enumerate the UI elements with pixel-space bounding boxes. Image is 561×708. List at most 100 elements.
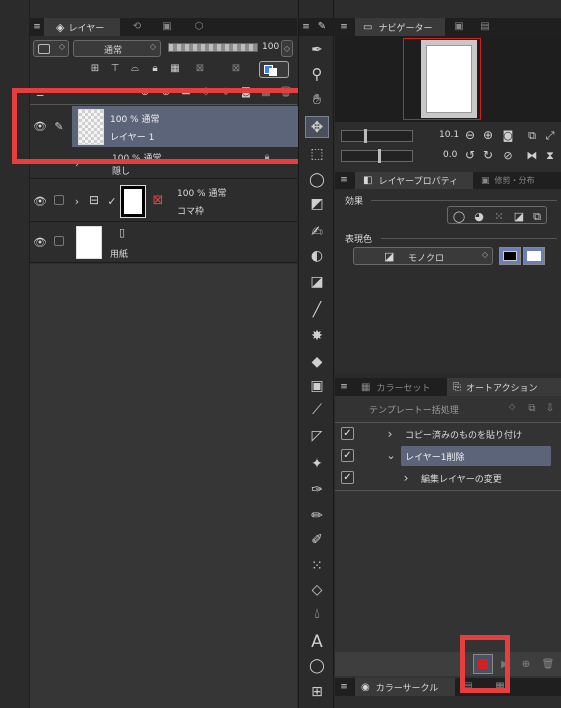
fit-icon[interactable]: ⧉ — [525, 128, 539, 142]
mask-apply-icon[interactable]: ▦ — [258, 86, 274, 100]
undo-history-icon[interactable]: ⟲ — [124, 20, 150, 34]
lock-checkbox[interactable] — [54, 195, 64, 205]
chevron-right-icon[interactable]: › — [72, 159, 82, 171]
action-enable-checkbox[interactable]: ✓ — [341, 427, 354, 440]
fit-window-icon[interactable]: ⤢ — [543, 128, 557, 142]
text-icon[interactable]: A — [307, 632, 327, 652]
expression-color-select[interactable]: ◪ モノクロ ◇ — [353, 247, 493, 265]
chevron-down-icon[interactable]: ⌄ — [385, 448, 397, 462]
delete-layer-icon[interactable]: 🗑︎ — [278, 86, 294, 100]
color-white-swatch[interactable] — [523, 247, 545, 265]
panel-menu-icon[interactable]: ≡ — [32, 20, 42, 34]
action-set-select[interactable]: テンプレートー括処理 ◇ — [339, 400, 521, 418]
tab-layers[interactable]: ◈ レイヤー — [44, 18, 120, 36]
layer-row[interactable]: 👁︎ ✎ 100 % 通常 レイヤー 1 — [30, 105, 311, 149]
tab-navigator[interactable]: ▭ ナビゲーター — [355, 18, 445, 36]
lasso-icon[interactable]: ◯ — [307, 170, 327, 190]
opacity-stepper[interactable]: ◇ — [281, 40, 293, 57]
color-history-tab-icon[interactable]: ▦ — [493, 680, 507, 694]
chevron-right-icon[interactable]: › — [401, 471, 411, 485]
opacity-slider[interactable] — [168, 43, 258, 52]
draft-layer-icon[interactable]: ⊤ — [108, 62, 122, 76]
flip-vertical-icon[interactable]: ⧗ — [543, 148, 557, 162]
eyedropper-icon[interactable]: ✒ — [307, 40, 327, 60]
tab-auto-action[interactable]: ⎘ オートアクション — [447, 378, 561, 396]
action-enable-checkbox[interactable]: ✓ — [341, 471, 354, 484]
eye-icon[interactable]: 👁︎ — [32, 119, 48, 133]
zoom-slider[interactable] — [341, 129, 413, 143]
layer-row[interactable]: › ▬ 100 % 通常 隠し 🔒︎ — [30, 149, 297, 179]
new-folder-icon[interactable]: ▬ — [178, 86, 194, 100]
gradient-icon[interactable]: ◩ — [307, 194, 327, 214]
color-black-swatch[interactable] — [499, 247, 521, 265]
tone-icon[interactable]: ◕ — [472, 209, 486, 223]
zoom-in-icon[interactable]: ⊕ — [481, 128, 495, 142]
hand-icon[interactable]: ✋︎ — [307, 90, 327, 110]
mask-disabled-icon[interactable]: ⊠ — [188, 62, 212, 76]
extract-line-icon[interactable]: ⧉ — [530, 209, 544, 223]
merge-down-icon[interactable]: ⇓ — [218, 86, 234, 100]
pen-edit-icon[interactable]: ✎ — [52, 119, 66, 133]
texture-icon[interactable]: ⁙ — [492, 209, 506, 223]
reset-rotation-icon[interactable]: ⊘ — [501, 148, 515, 162]
action-item[interactable]: ✓ › コピー済みのものを貼り付け — [335, 423, 561, 445]
action-enable-checkbox[interactable]: ✓ — [341, 449, 354, 462]
effect-buttons[interactable]: ◯ ◕ ⁙ ◪ ⧉ — [447, 206, 547, 224]
transfer-down-icon[interactable]: ⇩ — [198, 86, 214, 100]
rotate-left-icon[interactable]: ↺ — [463, 148, 477, 162]
layer-color-swatch[interactable] — [259, 61, 289, 78]
object-icon[interactable]: ◪ — [307, 272, 327, 292]
ruler-icon[interactable]: ⟋ — [307, 400, 327, 420]
lock-transparent-icon[interactable]: ▦ — [168, 62, 182, 76]
lock-checkbox[interactable] — [54, 236, 64, 246]
import-set-icon[interactable]: ⇩ — [543, 402, 557, 416]
mask-icon[interactable]: ⊠ — [224, 62, 248, 76]
burst-icon[interactable]: ✸ — [307, 326, 327, 346]
layer-color-button[interactable]: ◇ — [33, 40, 69, 57]
toolbar-menu-icon[interactable]: ≡ — [301, 20, 311, 34]
selection-icon[interactable]: ⬚ — [307, 144, 327, 164]
mask-add-icon[interactable]: ◙ — [238, 86, 254, 100]
eraser-icon[interactable]: ◇ — [307, 580, 327, 600]
line-icon[interactable]: ╱ — [307, 300, 327, 320]
layers-menu-icon[interactable]: ☰ — [33, 88, 47, 100]
delete-action-icon[interactable]: 🗑︎ — [541, 658, 555, 672]
new-vector-layer-icon[interactable]: ⊕ — [158, 86, 174, 100]
balloon-icon[interactable]: ◯ — [307, 656, 327, 676]
layer-row[interactable]: 👁︎ › ⊟ ✓ ⊠ 100 % 通常 コマ枠 — [30, 180, 297, 222]
panel-menu-icon[interactable]: ≡ — [339, 20, 349, 34]
sub-tool-icon[interactable]: ⬡ — [186, 20, 212, 34]
chevron-right-icon[interactable]: › — [385, 427, 395, 441]
material-icon[interactable]: ▣ — [154, 20, 180, 34]
zoom-icon[interactable]: ⚲ — [307, 64, 327, 84]
panel-icon[interactable]: ⊞ — [307, 682, 327, 702]
action-item[interactable]: ✓ › 編集レイヤーの変更 — [335, 467, 561, 489]
airbrush-icon[interactable]: ✐ — [307, 530, 327, 550]
eye-icon[interactable]: 👁︎ — [32, 235, 48, 249]
panel-menu-icon[interactable]: ≡ — [339, 174, 349, 187]
flip-horizontal-icon[interactable]: ⧓ — [525, 148, 539, 162]
sub-view-icon[interactable]: ▣ — [449, 20, 469, 34]
panel-menu-icon[interactable]: ≡ — [339, 680, 349, 694]
reference-layer-icon[interactable]: ⊞ — [88, 62, 102, 76]
layer-move-icon[interactable]: ◐ — [307, 246, 327, 266]
action-item[interactable]: ✓ ⌄ レイヤー1削除 — [335, 445, 561, 467]
tab-color-circle[interactable]: ◉ カラーサークル — [355, 678, 455, 696]
color-slider-tab-icon[interactable]: ▤ — [461, 680, 475, 694]
duplicate-set-icon[interactable]: ⧉ — [525, 402, 539, 416]
rotation-slider[interactable] — [341, 149, 413, 163]
chevron-right-icon[interactable]: › — [72, 194, 82, 208]
border-effect-icon[interactable]: ◯ — [452, 209, 466, 223]
layer-color-icon[interactable]: ◪ — [512, 209, 526, 223]
frame-icon[interactable]: ◸ — [307, 426, 327, 446]
pen-nib-icon[interactable]: ✑ — [307, 480, 327, 500]
new-raster-layer-icon[interactable]: ⊕ — [137, 86, 153, 100]
tab-layer-property[interactable]: ◧ レイヤープロパティ — [355, 172, 473, 189]
record-stop-button[interactable] — [473, 654, 493, 674]
blend-icon[interactable]: 💧︎ — [307, 604, 327, 624]
lock-icon[interactable]: 🔒︎ — [262, 151, 272, 163]
zoom-out-icon[interactable]: ⊖ — [463, 128, 477, 142]
play-icon[interactable]: ▶ — [499, 658, 511, 672]
new-action-icon[interactable]: ⊕ — [519, 658, 533, 672]
tab-color-set[interactable]: ▦ カラーセット — [355, 378, 445, 396]
